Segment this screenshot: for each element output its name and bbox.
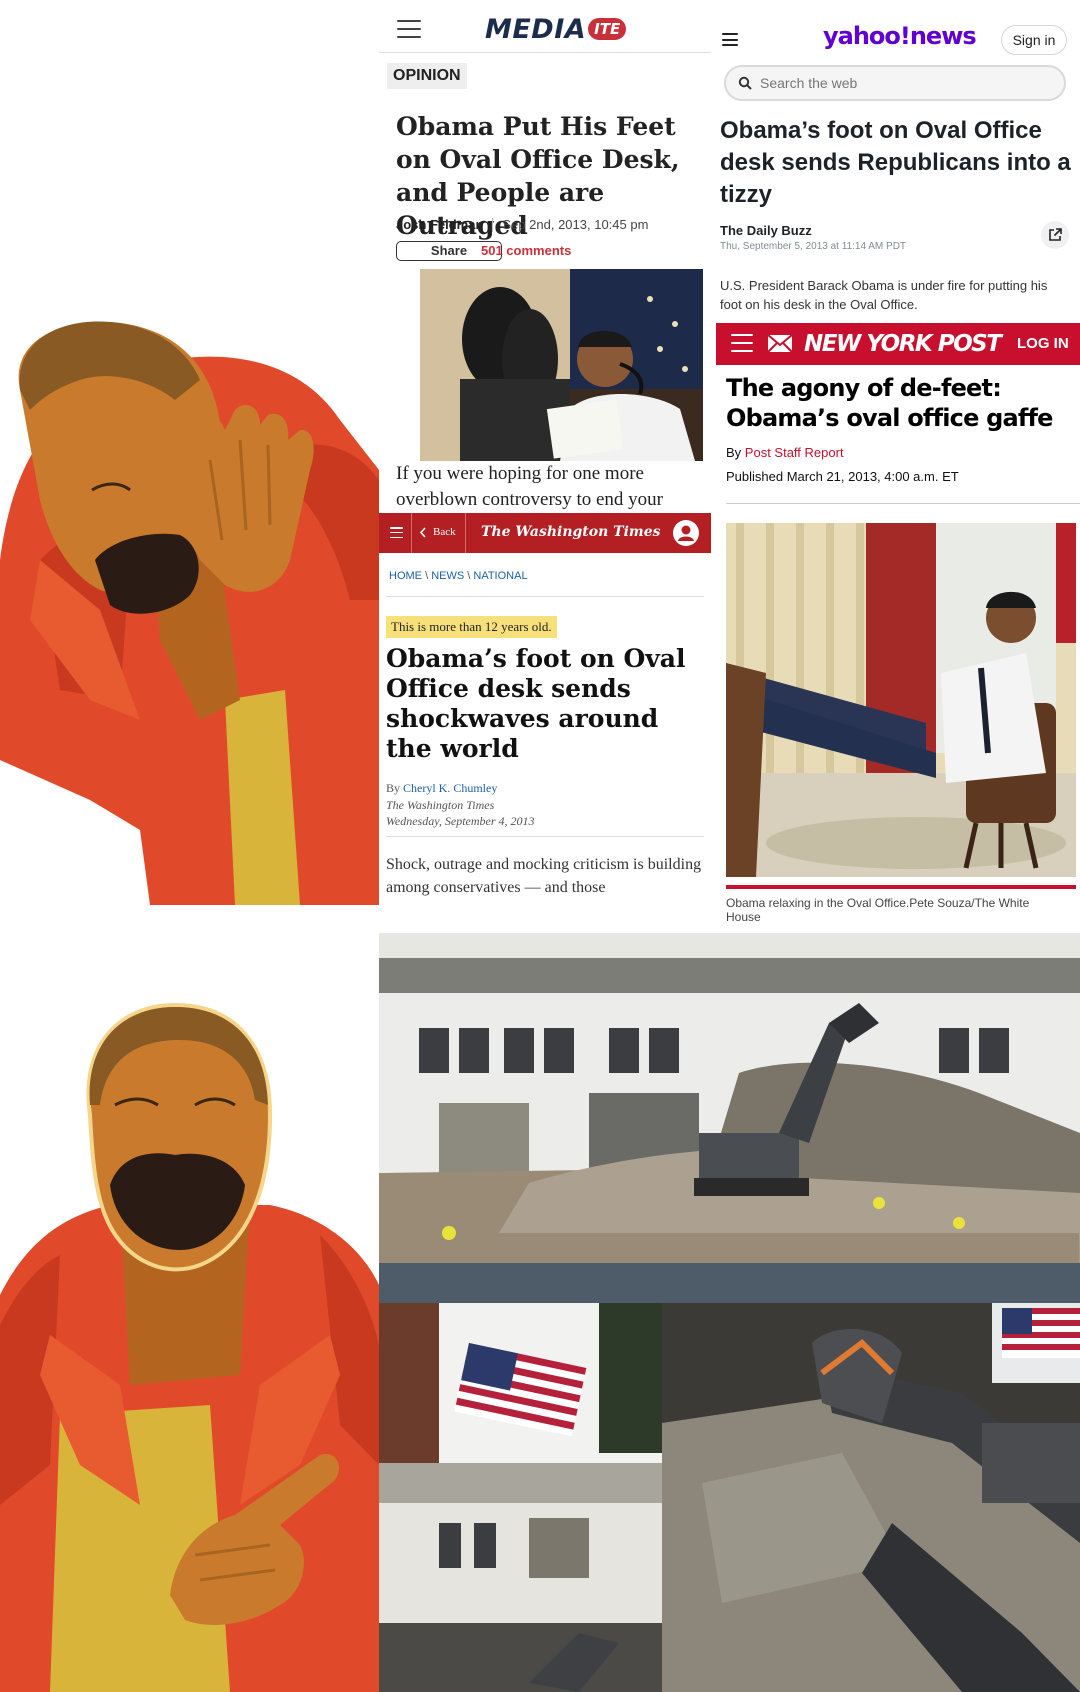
mediaite-logo[interactable]: MEDIA ITE: [485, 13, 627, 45]
article-snippet: U.S. President Barack Obama is under fir…: [720, 278, 1048, 312]
article-headline: The agony of de-feet: Obama’s oval offic…: [726, 374, 1053, 432]
article-headline: Obama’s foot on Oval Office desk sends s…: [386, 644, 686, 763]
article-body-snippet: If you were hoping for one more overblow…: [396, 463, 663, 510]
demolition-photos: [379, 933, 1080, 1692]
hamburger-icon[interactable]: [390, 527, 403, 538]
publish-date: Sep 2nd, 2013, 10:45 pm: [502, 217, 649, 232]
breadcrumb-home[interactable]: HOME: [389, 570, 422, 582]
wtimes-header: Back The Washington Times: [379, 513, 711, 553]
byline: Josh Feldman Sep 2nd, 2013, 10:45 pm: [396, 217, 648, 232]
breadcrumb-divider: [386, 596, 704, 597]
publish-date: Published March 21, 2013, 4:00 a.m. ET: [726, 469, 959, 484]
back-label: Back: [433, 526, 456, 538]
login-button[interactable]: LOG IN: [1017, 335, 1069, 352]
publish-date: Wednesday, September 4, 2013: [386, 814, 535, 828]
disapproving-figure: [0, 321, 379, 905]
author-name[interactable]: Josh Feldman: [396, 217, 483, 232]
article-date: Thu, September 5, 2013 at 11:14 AM PDT: [720, 241, 907, 252]
demolition-photo-excavator: [662, 1303, 1080, 1692]
photo-caption-rule: [726, 885, 1076, 889]
comments-link[interactable]: 501 comments: [481, 243, 571, 258]
search-bar[interactable]: [724, 65, 1066, 101]
byline-divider: [492, 217, 494, 232]
external-link-icon: [1049, 228, 1062, 241]
hamburger-icon[interactable]: [397, 20, 421, 38]
age-notice-badge: This is more than 12 years old.: [386, 616, 557, 638]
yahoo-news-panel: yahoo!news Sign in Obama’s foot on Oval …: [711, 0, 1080, 325]
nypost-article-panel: NEW YORK POST LOG IN The agony of de-fee…: [716, 323, 1080, 935]
byline-label: By: [726, 445, 742, 460]
article-source[interactable]: The Daily Buzz: [720, 223, 812, 238]
header-divider: [411, 513, 412, 553]
search-input[interactable]: [760, 71, 1050, 95]
washington-times-panel: Back The Washington Times HOME \ NEWS \ …: [379, 513, 711, 933]
nypost-header: NEW YORK POST LOG IN: [716, 323, 1080, 365]
sign-in-button[interactable]: Sign in: [1001, 25, 1067, 55]
back-button[interactable]: Back: [419, 526, 456, 538]
mediaite-article-panel: MEDIA ITE OPINION Obama Put His Feet on …: [379, 0, 711, 515]
header-divider: [379, 52, 711, 53]
chevron-left-icon: [419, 526, 426, 538]
byline: By Post Staff Report: [726, 445, 844, 460]
nypost-logo[interactable]: NEW YORK POST: [804, 331, 1002, 357]
logo-main: MEDIA: [485, 13, 587, 45]
demolition-photo-wide: [379, 933, 1080, 1303]
breadcrumb-news[interactable]: NEWS: [431, 570, 464, 582]
breadcrumb-national[interactable]: NATIONAL: [473, 570, 527, 582]
approving-figure: [0, 1002, 379, 1692]
hamburger-icon[interactable]: [722, 33, 738, 46]
header-divider: [386, 836, 704, 837]
article-photo: [726, 523, 1076, 877]
breadcrumb: HOME \ NEWS \ NATIONAL: [389, 570, 528, 582]
hamburger-icon[interactable]: [731, 334, 753, 352]
user-icon[interactable]: [673, 520, 699, 546]
section-tag[interactable]: OPINION: [387, 63, 467, 89]
article-headline: Obama’s foot on Oval Office desk sends R…: [720, 117, 1071, 208]
demolition-photo-flag: [379, 1303, 662, 1692]
share-button[interactable]: [1041, 221, 1069, 249]
header-divider: [726, 503, 1080, 504]
wtimes-logo[interactable]: The Washington Times: [481, 524, 661, 540]
logo-badge: ITE: [588, 18, 627, 40]
author-link[interactable]: Cheryl K. Chumley: [403, 781, 497, 795]
yahoo-news-logo[interactable]: yahoo!news: [823, 22, 977, 50]
article-body-snippet: Shock, outrage and mocking criticism is …: [386, 856, 702, 896]
mail-icon[interactable]: [767, 334, 793, 353]
search-icon: [738, 76, 752, 90]
header-divider: [465, 513, 466, 553]
byline-label: By: [386, 781, 401, 795]
photo-caption: Obama relaxing in the Oval Office.Pete S…: [726, 896, 1030, 924]
author-link[interactable]: Post Staff Report: [745, 445, 844, 460]
publication-name: The Washington Times: [386, 798, 495, 812]
article-photo: [420, 269, 703, 461]
meme-left-column: [0, 0, 379, 1692]
byline: By Cheryl K. Chumley: [386, 781, 497, 796]
